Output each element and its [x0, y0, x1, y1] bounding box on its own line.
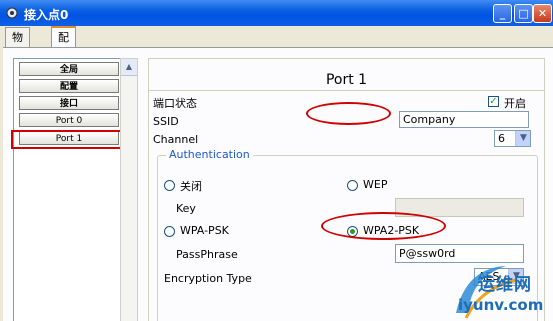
channel-value: 6: [498, 132, 505, 145]
watermark-line2: iyunv.com: [458, 296, 544, 314]
sidebar-item-global[interactable]: 全局: [19, 62, 119, 76]
port-status-checkbox-label: 开启: [504, 97, 526, 110]
watermark-line1: 运维网: [478, 275, 532, 295]
panel-divider: [149, 90, 544, 91]
window-title: 接入点0: [24, 8, 69, 22]
sidebar-item-interface[interactable]: 接口: [19, 96, 119, 110]
ssid-input[interactable]: Company: [399, 111, 529, 128]
auth-off-label: 关闭: [180, 180, 202, 193]
port-status-label: 端口状态: [153, 97, 197, 110]
wpa2-annotation-ellipse: [321, 212, 446, 240]
chevron-down-icon[interactable]: ▼: [515, 131, 530, 146]
ssid-label: SSID: [153, 115, 179, 128]
tab-config[interactable]: 配置: [51, 26, 76, 63]
access-point-icon: [6, 7, 18, 19]
auth-wep-radio[interactable]: [347, 180, 358, 191]
sidebar-list: 全局 配置 接口 Port 0 Port 1: [13, 58, 124, 321]
auth-off-radio[interactable]: [164, 180, 175, 191]
sidebar-scrollbar[interactable]: ▲: [120, 58, 138, 321]
channel-select[interactable]: 6 ▼: [494, 130, 531, 147]
key-label: Key: [176, 202, 196, 215]
close-icon[interactable]: ✕: [533, 4, 552, 23]
encryption-type-label: Encryption Type: [164, 272, 252, 285]
authentication-title: Authentication: [166, 148, 253, 161]
access-point-window: 接入点0 _ □ ✕ 物理 配置 全局 配置 接口 Port 0 Port 1 …: [0, 0, 553, 321]
channel-label: Channel: [153, 133, 199, 146]
scroll-up-icon[interactable]: ▲: [121, 59, 137, 76]
passphrase-label: PassPhrase: [176, 248, 238, 261]
port1-highlight-box: [11, 130, 124, 149]
auth-wpa-psk-label: WPA-PSK: [180, 224, 229, 237]
port-status-checkbox[interactable]: ✓: [488, 96, 499, 107]
tab-physical[interactable]: 物理: [5, 27, 30, 63]
sidebar-item-port0[interactable]: Port 0: [19, 113, 119, 127]
panel-title: Port 1: [325, 72, 368, 88]
ssid-annotation-ellipse: [306, 102, 391, 125]
auth-wep-label: WEP: [363, 178, 388, 191]
title-bar[interactable]: 接入点0 _ □ ✕: [0, 0, 553, 26]
sidebar-item-config[interactable]: 配置: [19, 79, 119, 93]
minimize-icon[interactable]: _: [493, 4, 512, 23]
maximize-icon[interactable]: □: [514, 4, 533, 23]
auth-wpa-psk-radio[interactable]: [164, 226, 175, 237]
